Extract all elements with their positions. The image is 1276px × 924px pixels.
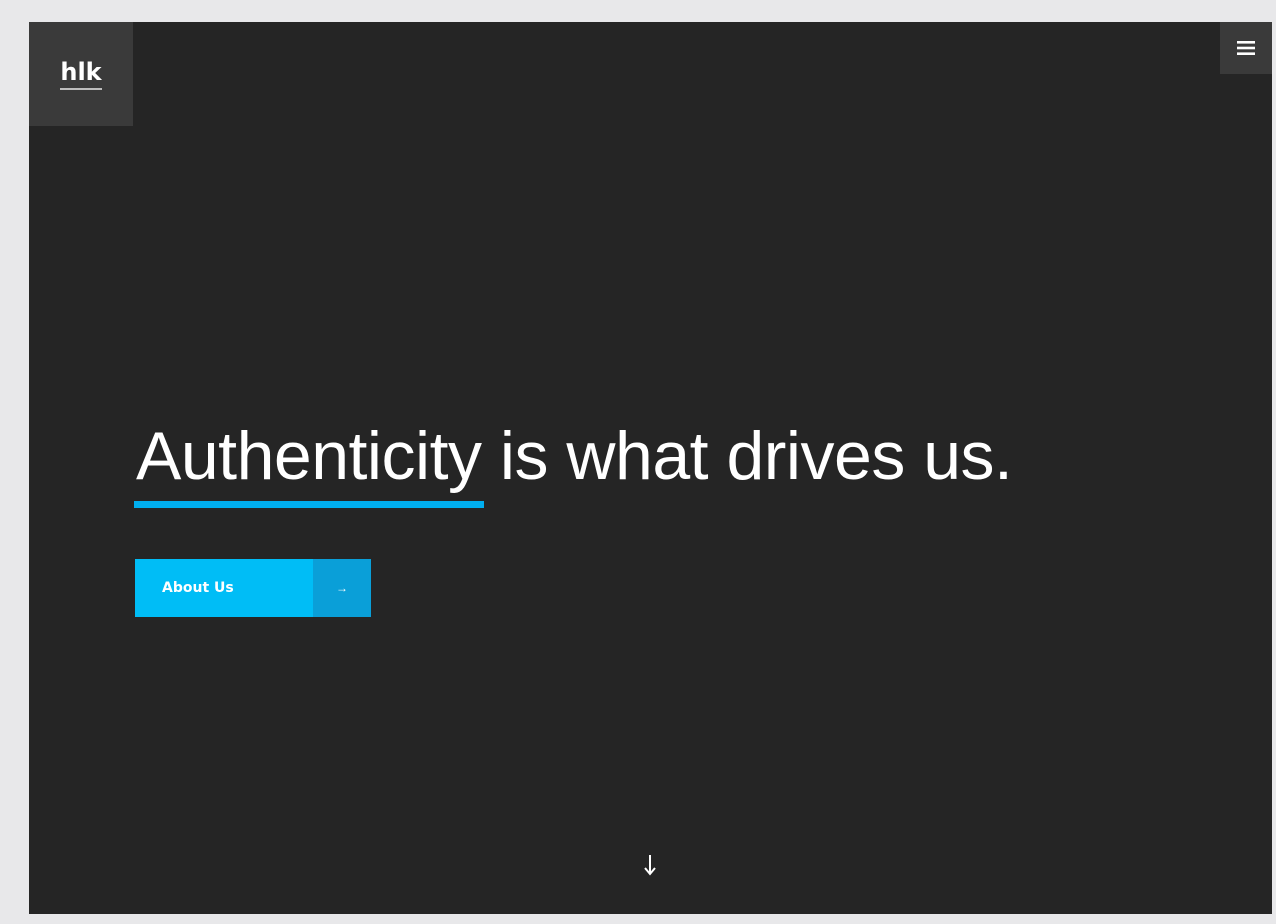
hamburger-menu-icon [1237,41,1255,55]
about-us-label: About Us [135,559,313,617]
headline-accent-word: Authenticity [134,418,484,508]
headline-rest: is what drives us. [481,418,1013,494]
logo-home-link[interactable]: hlk [29,22,133,126]
scroll-down-button[interactable] [639,850,661,880]
logo-text: hlk [60,59,102,90]
arrow-down-icon [644,855,656,876]
about-us-button[interactable]: About Us → [135,559,371,617]
hero-headline: Authenticity is what drives us. [134,416,1013,508]
hero-section: Authenticity is what drives us. [134,416,1013,508]
page-frame: hlk Authenticity is what drives us. Abou… [29,22,1272,914]
menu-button[interactable] [1220,22,1272,74]
arrow-right-icon: → [313,559,371,617]
